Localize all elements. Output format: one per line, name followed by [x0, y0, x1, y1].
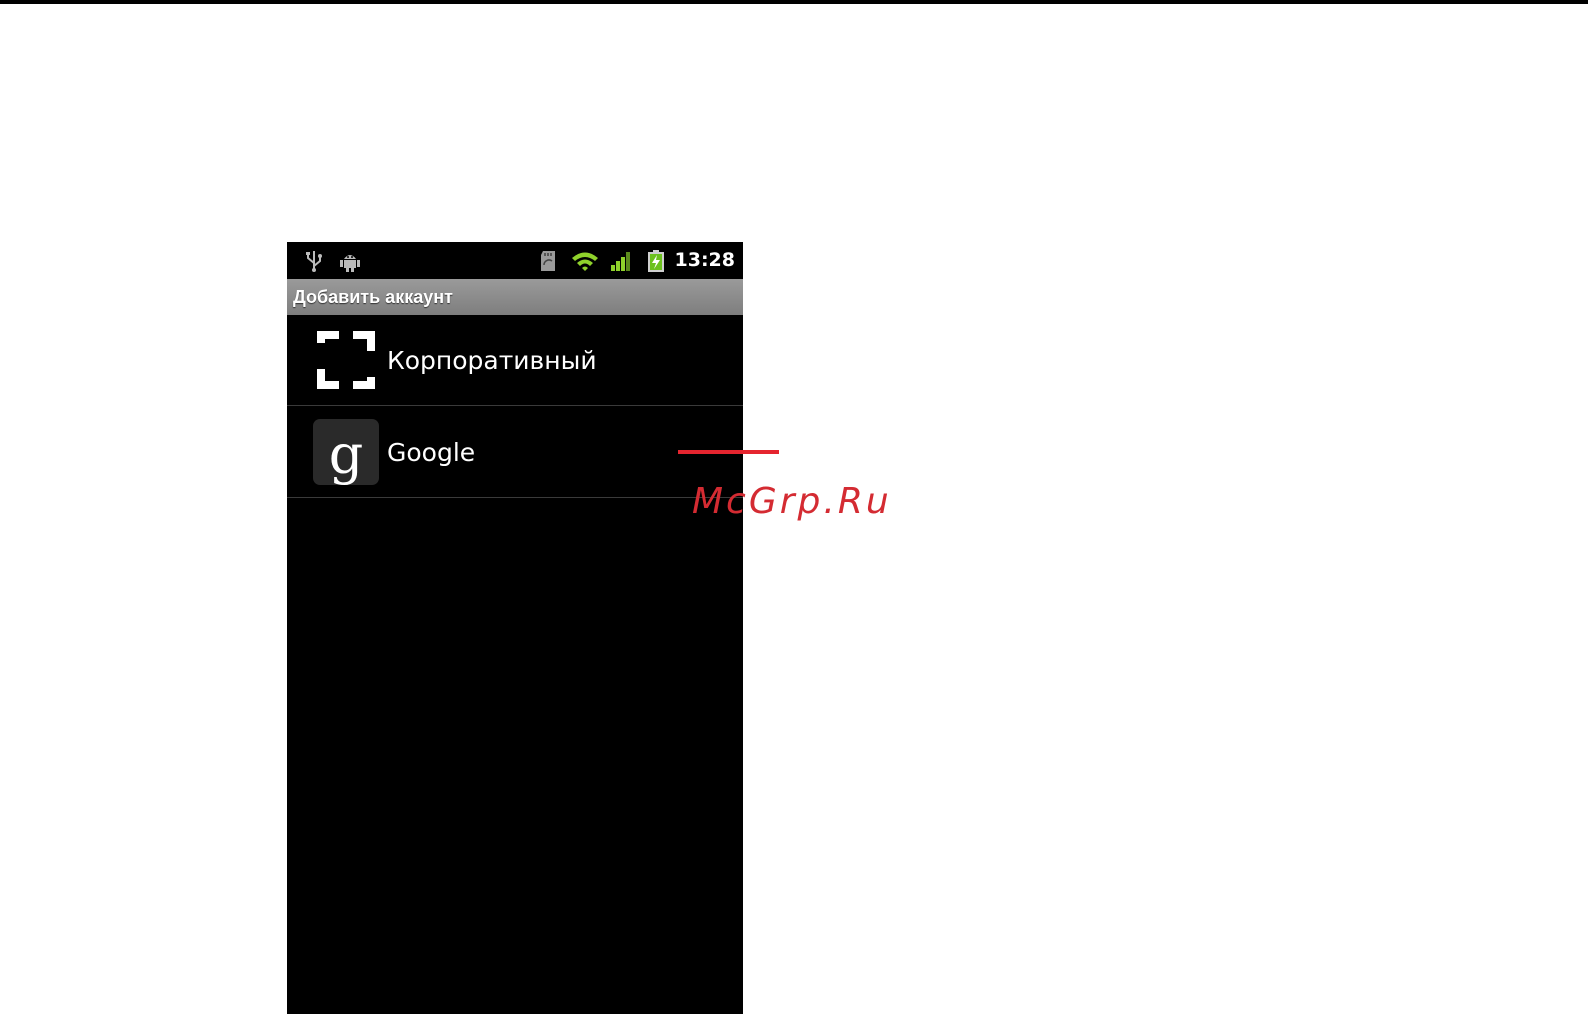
account-option-label: Корпоративный [387, 346, 597, 375]
corporate-exchange-icon [317, 331, 375, 389]
title-bar: Добавить аккаунт [287, 279, 743, 315]
phone-screen: 13:28 Добавить аккаунт Корпоративный g G… [287, 242, 743, 1014]
sd-card-icon [541, 251, 555, 271]
status-time: 13:28 [674, 249, 735, 271]
page-title: Добавить аккаунт [293, 287, 453, 307]
status-bar: 13:28 [287, 242, 743, 279]
account-option-corporate[interactable]: Корпоративный [287, 315, 743, 406]
wifi-icon [572, 252, 598, 271]
android-debug-icon [340, 255, 360, 272]
list-divider [287, 497, 743, 498]
battery-charging-icon [648, 250, 664, 272]
svg-text:g: g [329, 423, 364, 485]
account-option-google[interactable]: g Google [287, 407, 743, 498]
top-rule [0, 0, 1588, 4]
usb-icon [306, 251, 322, 272]
signal-icon [611, 252, 630, 271]
google-g-icon: g [313, 419, 379, 485]
watermark: McGrp.Ru [692, 481, 892, 522]
account-option-label: Google [387, 438, 476, 467]
callout-pointer-line [678, 450, 779, 454]
list-divider [287, 405, 743, 406]
